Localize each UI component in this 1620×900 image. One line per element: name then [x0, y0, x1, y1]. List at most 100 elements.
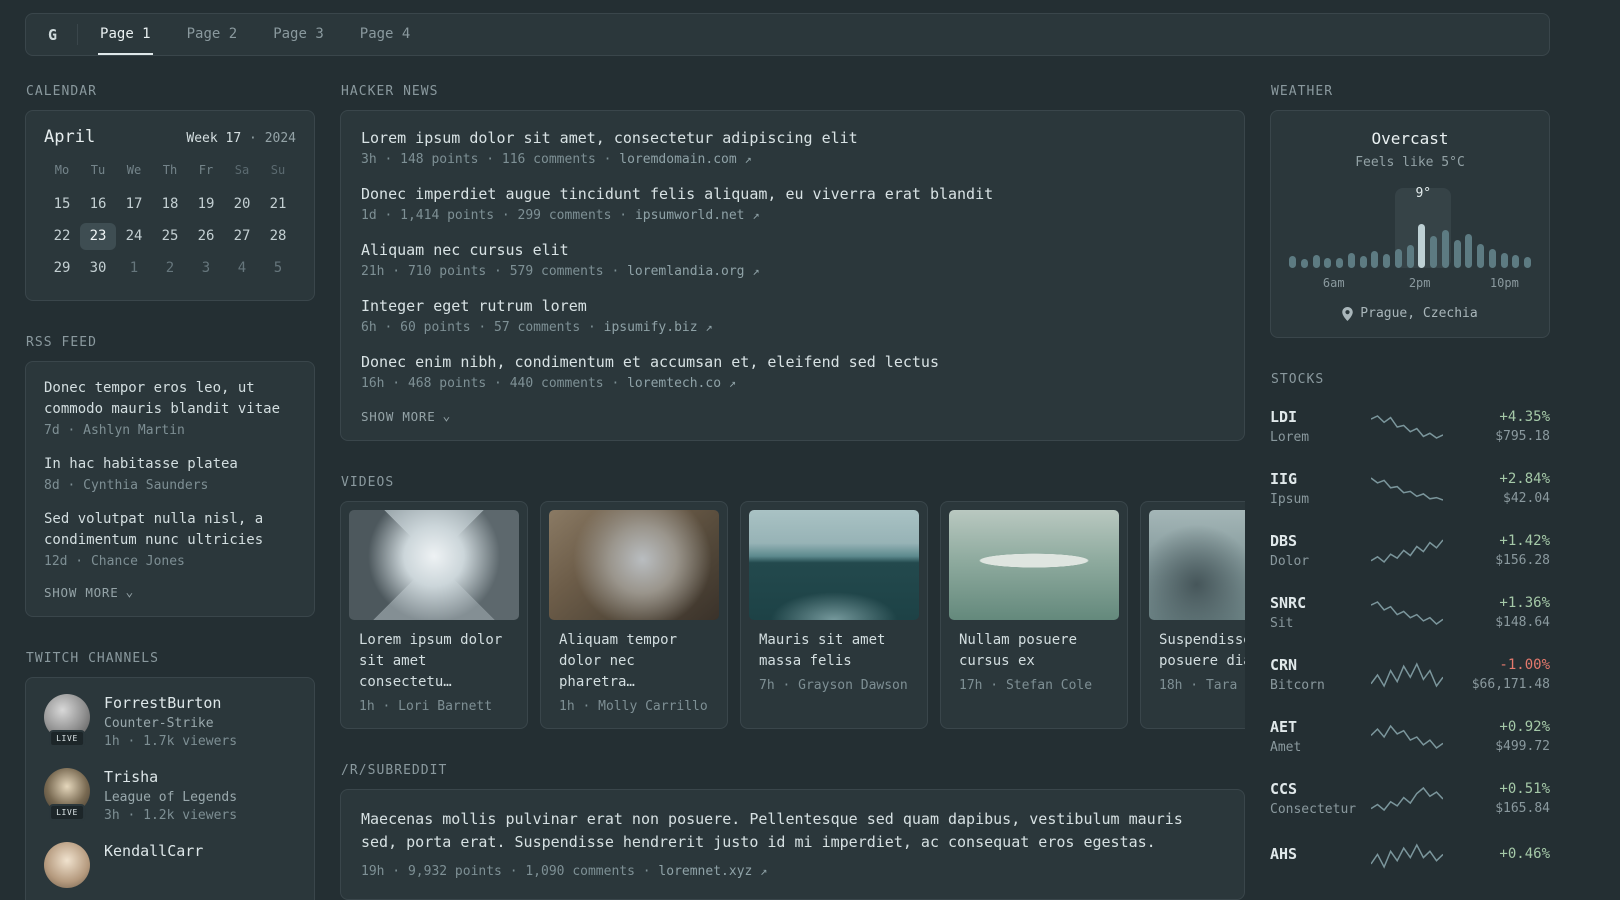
tab-page-1[interactable]: Page 1: [98, 14, 153, 55]
video-card[interactable]: Nullam posuere cursus ex 17h · Stefan Co…: [940, 501, 1128, 729]
stock-row[interactable]: CRN Bitcorn -1.00% $66,171.48: [1270, 646, 1550, 708]
show-more-label: SHOW MORE: [44, 585, 119, 600]
rss-card: Donec tempor eros leo, ut commodo mauris…: [25, 361, 315, 617]
post-text[interactable]: Maecenas mollis pulvinar erat non posuer…: [361, 808, 1224, 855]
weekday-label: Tu: [90, 163, 106, 177]
video-thumbnail[interactable]: [749, 510, 919, 620]
hn-show-more-button[interactable]: SHOW MORE ⌄: [361, 409, 1224, 424]
stock-change: +2.84%: [1499, 471, 1550, 487]
video-title[interactable]: Suspendisse posuere diam: [1159, 630, 1245, 672]
twitch-channel[interactable]: LIVE Trisha League of Legends 3h · 1.2k …: [44, 768, 296, 823]
stock-change: +4.35%: [1499, 409, 1550, 425]
calendar-day: 30: [89, 260, 107, 276]
weather-bar: [1406, 245, 1414, 268]
stock-symbol: DBS: [1270, 532, 1298, 550]
video-title[interactable]: Aliquam tempor dolor nec pharetra…: [559, 630, 709, 693]
channel-name[interactable]: KendallCarr: [104, 842, 203, 860]
rss-item-title[interactable]: Donec tempor eros leo, ut commodo mauris…: [44, 378, 296, 420]
stock-symbol: LDI: [1270, 408, 1298, 426]
hn-item: Aliquam nec cursus elit 21h · 710 points…: [361, 241, 1224, 279]
tab-page-2[interactable]: Page 2: [185, 14, 240, 55]
subreddit-card: Maecenas mollis pulvinar erat non posuer…: [340, 789, 1245, 900]
video-meta: 7h · Grayson Dawson: [759, 678, 908, 693]
calendar-day: 17: [125, 196, 143, 212]
hn-item-title[interactable]: Donec imperdiet augue tincidunt felis al…: [361, 185, 1224, 203]
video-title[interactable]: Mauris sit amet massa felis: [759, 630, 909, 672]
stock-row[interactable]: CCS Consectetur +0.51% $165.84: [1270, 770, 1550, 832]
app-logo[interactable]: G: [48, 26, 57, 44]
weather-bar: [1430, 236, 1437, 268]
video-thumbnail[interactable]: [549, 510, 719, 620]
calendar-day-next-month: 4: [237, 260, 247, 276]
hn-item-title[interactable]: Aliquam nec cursus elit: [361, 241, 1224, 259]
weather-peak-temp: 9°: [1415, 186, 1432, 201]
video-card[interactable]: Mauris sit amet massa felis 7h · Grayson…: [740, 501, 928, 729]
live-badge: LIVE: [49, 730, 85, 747]
calendar-day: 26: [197, 228, 215, 244]
stock-sparkline: [1371, 843, 1443, 869]
rss-item-title[interactable]: In hac habitasse platea: [44, 454, 296, 475]
chevron-down-icon: ⌄: [125, 584, 135, 600]
stock-row[interactable]: SNRC Sit +1.36% $148.64: [1270, 584, 1550, 646]
hn-item-title[interactable]: Lorem ipsum dolor sit amet, consectetur …: [361, 129, 1224, 147]
tab-page-3[interactable]: Page 3: [271, 14, 326, 55]
hn-item-domain-link[interactable]: ipsumify.biz ↗: [604, 320, 713, 335]
section-title-subreddit: /R/SUBREDDIT: [341, 763, 448, 778]
hn-item-domain-link[interactable]: loremlandia.org ↗: [627, 264, 759, 279]
calendar-day-next-month: 1: [129, 260, 139, 276]
channel-name[interactable]: ForrestBurton: [104, 694, 237, 712]
right-column: WEATHER Overcast Feels like 5°C 9° 6am 2…: [1270, 84, 1550, 900]
twitch-channel[interactable]: KendallCarr: [44, 842, 296, 888]
video-card[interactable]: Lorem ipsum dolor sit amet consectetu… 1…: [340, 501, 528, 729]
stock-sparkline: [1371, 600, 1443, 625]
section-title-rss: RSS FEED: [26, 335, 97, 350]
section-title-weather: WEATHER: [1271, 84, 1334, 99]
weekday-label: Mo: [54, 163, 70, 177]
stock-price: $165.84: [1495, 801, 1550, 816]
subreddit-post: Maecenas mollis pulvinar erat non posuer…: [361, 808, 1224, 879]
stock-row[interactable]: AET Amet +0.92% $499.72: [1270, 708, 1550, 770]
tab-page-4[interactable]: Page 4: [358, 14, 413, 55]
channel-name[interactable]: Trisha: [104, 768, 237, 786]
video-thumbnail[interactable]: [949, 510, 1119, 620]
channel-game: Counter-Strike: [104, 716, 214, 731]
video-title[interactable]: Lorem ipsum dolor sit amet consectetu…: [359, 630, 509, 693]
post-domain-link[interactable]: loremnet.xyz ↗: [658, 864, 767, 879]
hn-item-title[interactable]: Donec enim nibh, condimentum et accumsan…: [361, 353, 1224, 371]
stock-row[interactable]: DBS Dolor +1.42% $156.28: [1270, 522, 1550, 584]
stock-sparkline: [1371, 786, 1443, 811]
stock-sparkline: [1371, 414, 1443, 439]
twitch-channel[interactable]: LIVE ForrestBurton Counter-Strike 1h · 1…: [44, 694, 296, 749]
weather-feels-like: Feels like 5°C: [1355, 155, 1465, 170]
left-column: CALENDAR April Week 17 · 2024 Mo Tu We T…: [25, 84, 315, 900]
stock-row[interactable]: LDI Lorem +4.35% $795.18: [1270, 398, 1550, 460]
video-thumbnail[interactable]: [1149, 510, 1245, 620]
rss-item-title[interactable]: Sed volutpat nulla nisl, a condimentum n…: [44, 509, 296, 551]
video-card[interactable]: Aliquam tempor dolor nec pharetra… 1h · …: [540, 501, 728, 729]
weather-chart: 9°: [1289, 184, 1531, 268]
rss-show-more-button[interactable]: SHOW MORE ⌄: [44, 585, 296, 600]
calendar-week-label: Week 17 · 2024: [186, 131, 296, 146]
calendar-grid: Mo Tu We Th Fr Sa Su 15 16 17 18 19 20 2…: [44, 163, 296, 282]
calendar-header: April Week 17 · 2024: [44, 127, 296, 147]
weather-bar: [1371, 251, 1379, 268]
hn-item-domain-link[interactable]: loremdomain.com ↗: [619, 152, 751, 167]
top-navigation-bar: G Page 1 Page 2 Page 3 Page 4: [25, 13, 1550, 56]
video-thumbnail[interactable]: [349, 510, 519, 620]
hn-meta-text: 16h · 468 points · 440 comments ·: [361, 376, 628, 391]
hn-item-domain-link[interactable]: ipsumworld.net ↗: [635, 208, 760, 223]
stock-name: Consectetur: [1270, 802, 1357, 817]
stock-row[interactable]: AHS +0.46%: [1270, 832, 1550, 885]
weekday-label: Sa: [234, 163, 250, 177]
rss-item: In hac habitasse platea 8d · Cynthia Sau…: [44, 454, 296, 493]
video-title[interactable]: Nullam posuere cursus ex: [959, 630, 1109, 672]
hn-item-domain-link[interactable]: loremtech.co ↗: [627, 376, 736, 391]
hn-item-title[interactable]: Integer eget rutrum lorem: [361, 297, 1224, 315]
video-card[interactable]: Suspendisse posuere diam 18h · Tara: [1140, 501, 1245, 729]
page-tabs: Page 1 Page 2 Page 3 Page 4: [98, 14, 412, 55]
stock-row[interactable]: IIG Ipsum +2.84% $42.04: [1270, 460, 1550, 522]
time-label: 6am: [1322, 276, 1345, 290]
hn-item: Integer eget rutrum lorem 6h · 60 points…: [361, 297, 1224, 335]
calendar-day: 24: [125, 228, 143, 244]
hn-item-meta: 21h · 710 points · 579 comments · loreml…: [361, 264, 1224, 279]
